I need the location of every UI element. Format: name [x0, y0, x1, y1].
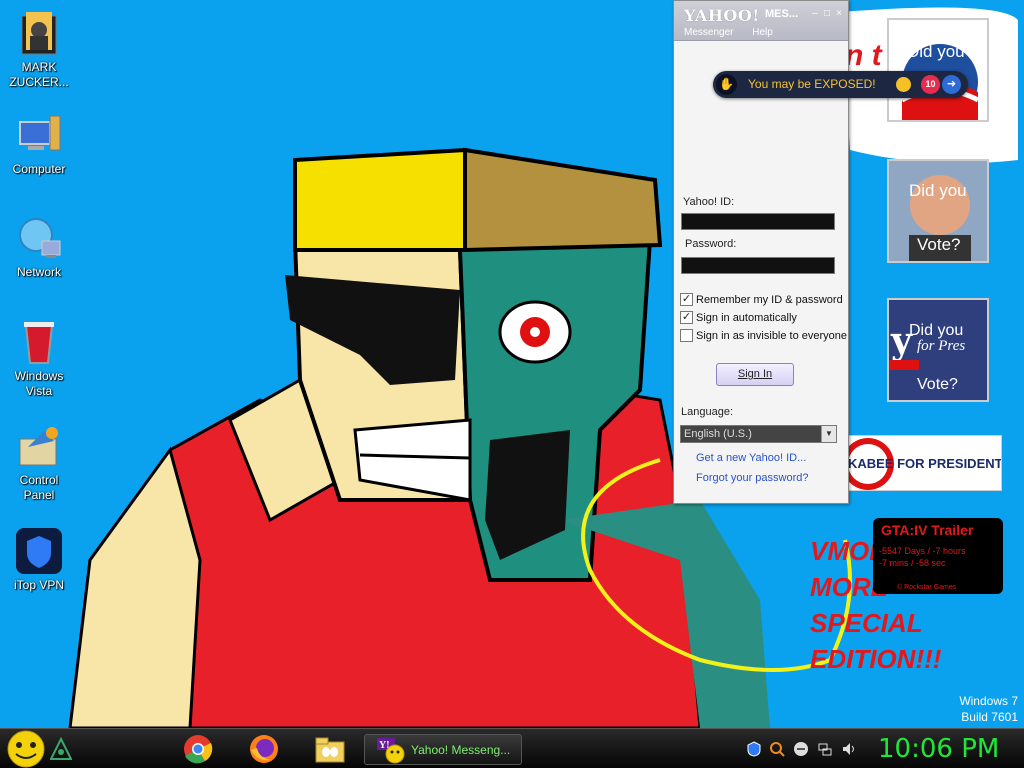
yahoo-messenger-titlebar[interactable]: YAHOO! MES... – □ × Messenger Help	[674, 1, 848, 41]
invisible-checkbox[interactable]	[680, 329, 693, 342]
menu-messenger[interactable]: Messenger	[684, 27, 733, 38]
yahoo-id-input[interactable]	[681, 213, 835, 230]
mark-zuckerberg-folder-icon	[14, 8, 64, 58]
remember-checkbox-row[interactable]: ✓ Remember my ID & password	[680, 293, 843, 306]
maximize-icon[interactable]: □	[822, 9, 832, 19]
firefox-icon[interactable]	[249, 734, 279, 764]
close-icon[interactable]: ×	[834, 9, 844, 19]
control-panel-icon	[14, 421, 64, 471]
desktop-icon-label: Computer	[12, 162, 66, 176]
watermark-line1: Windows 7	[959, 694, 1018, 708]
chrome-icon[interactable]	[183, 734, 213, 764]
gta-gadget-line1: -5547 Days / -7 hours	[879, 546, 966, 556]
yahoo-messenger-icon: Y!	[377, 738, 405, 764]
remember-label: Remember my ID & password	[696, 293, 843, 306]
forgot-password-link[interactable]: Forgot your password?	[696, 472, 809, 484]
recycle-bin-icon	[14, 317, 64, 367]
toast-arrow-icon[interactable]: ➜	[942, 75, 961, 94]
get-new-id-link[interactable]: Get a new Yahoo! ID...	[696, 452, 806, 464]
vpn-shield-tray-icon[interactable]	[746, 741, 762, 757]
yahoo-vote-gadget[interactable]: y Did you for Pres Vote?	[887, 298, 989, 402]
gta-gadget-footer: © Rockstar Games	[897, 584, 957, 591]
desktop-icon-label: Network	[16, 265, 61, 279]
yahoo-id-label: Yahoo! ID:	[683, 196, 735, 208]
gta-iv-trailer-gadget[interactable]: GTA:IV Trailer -5547 Days / -7 hours -7 …	[873, 518, 1003, 594]
vmod-text-line: SPECIAL	[810, 608, 923, 638]
toast-count-badge: 10	[921, 75, 940, 94]
itop-vpn-icon	[14, 526, 64, 576]
auto-signin-checkbox[interactable]: ✓	[680, 311, 693, 324]
warning-hand-icon: ✋	[716, 74, 737, 95]
chevron-down-icon[interactable]: ▼	[821, 426, 836, 442]
start-button[interactable]	[6, 730, 46, 768]
menu-help[interactable]: Help	[752, 27, 773, 38]
language-value: English (U.S.)	[684, 428, 752, 440]
file-explorer-icon[interactable]	[314, 734, 346, 764]
desktop-icon-label: MARK ZUCKER...	[9, 60, 69, 89]
invisible-label: Sign in as invisible to everyone	[696, 329, 848, 342]
watermark-line2: Build 7601	[961, 710, 1018, 724]
yahoo-task-label: Yahoo! Messeng...	[411, 743, 511, 757]
minimize-icon[interactable]: –	[810, 9, 820, 19]
volume-tray-icon[interactable]	[841, 741, 857, 757]
exposed-warning-toast[interactable]: ✋ You may be EXPOSED! 10 ➜	[713, 71, 968, 98]
toast-toggle-icon[interactable]	[896, 77, 911, 92]
mccain-gadget-line1: Did you	[909, 181, 967, 200]
yahoo-messenger-taskbar-button[interactable]: Y! Yahoo! Messeng...	[364, 734, 522, 765]
network-globe-icon	[14, 213, 64, 263]
triangle-logo-icon[interactable]	[49, 736, 73, 761]
speech-bubble-text: n t	[845, 39, 884, 72]
search-tray-icon[interactable]	[769, 741, 785, 757]
mccain-gadget-line2: Vote?	[917, 235, 961, 254]
invisible-checkbox-row[interactable]: Sign in as invisible to everyone	[680, 329, 847, 342]
desktop-icon-control-panel[interactable]: Control Panel	[0, 421, 78, 503]
vmod-text-line: EDITION!!!	[810, 644, 942, 674]
desktop-icon-label: Windows Vista	[14, 369, 64, 398]
status-tray-icon[interactable]	[793, 741, 809, 757]
computer-icon	[14, 110, 64, 160]
desktop-icon-label: iTop VPN	[13, 578, 65, 592]
desktop-icon-label: Control Panel	[19, 473, 59, 502]
obama-vote-gadget[interactable]: Did you	[887, 18, 989, 122]
yahoo-gadget-line2: for Pres	[917, 338, 966, 354]
desktop-icon-mark-zucker[interactable]: MARK ZUCKER...	[0, 8, 78, 90]
yahoo-menubar: Messenger Help	[684, 27, 789, 38]
language-select[interactable]: English (U.S.) ▼	[680, 425, 837, 443]
mccain-vote-gadget[interactable]: Did you Vote?	[887, 159, 989, 263]
language-label: Language:	[681, 406, 733, 418]
sign-in-button[interactable]: Sign In	[716, 363, 794, 386]
huckabee-gadget-text: KABEE FOR PRESIDENT	[848, 456, 1002, 471]
taskbar-clock[interactable]: 10:06 PM	[878, 734, 999, 764]
auto-signin-label: Sign in automatically	[696, 311, 797, 324]
desktop: VMOD MORE SPECIAL EDITION!!! n t MARK ZU…	[0, 0, 1024, 728]
wallpaper-drawing: VMOD MORE SPECIAL EDITION!!! n t	[0, 0, 1024, 728]
network-tray-icon[interactable]	[817, 741, 833, 757]
desktop-icon-itop-vpn[interactable]: iTop VPN	[0, 526, 78, 593]
windows-build-watermark: Windows 7 Build 7601	[959, 693, 1018, 725]
huckabee-gadget[interactable]: KABEE FOR PRESIDENT	[843, 435, 1002, 491]
taskbar: Y! Yahoo! Messeng... 10:06 PM	[0, 728, 1024, 768]
yahoo-logo: YAHOO!	[684, 6, 760, 25]
yahoo-gadget-line3: Vote?	[917, 376, 958, 393]
desktop-icon-computer[interactable]: Computer	[0, 110, 78, 177]
auto-signin-checkbox-row[interactable]: ✓ Sign in automatically	[680, 311, 797, 324]
password-label: Password:	[685, 238, 737, 250]
password-input[interactable]	[681, 257, 835, 274]
window-title-suffix: MES...	[765, 8, 799, 20]
desktop-icon-windows-vista[interactable]: Windows Vista	[0, 317, 78, 399]
desktop-icon-network[interactable]: Network	[0, 213, 78, 280]
gta-gadget-line2: -7 mins / -58 sec	[879, 558, 946, 568]
obama-gadget-text: Did you	[907, 42, 965, 61]
remember-checkbox[interactable]: ✓	[680, 293, 693, 306]
toast-text: You may be EXPOSED!	[748, 77, 876, 91]
gta-gadget-title: GTA:IV Trailer	[881, 522, 974, 538]
